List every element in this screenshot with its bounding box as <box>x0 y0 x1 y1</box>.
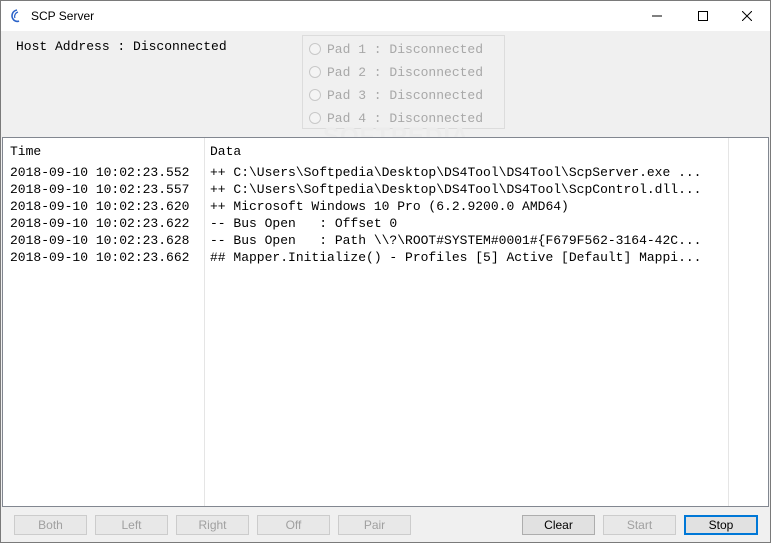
pad-2-option[interactable]: Pad 2 : Disconnected <box>309 63 483 81</box>
log-row[interactable]: 2018-09-10 10:02:23.628 -- Bus Open : Pa… <box>3 232 728 249</box>
log-time: 2018-09-10 10:02:23.628 <box>10 233 190 248</box>
column-divider-data[interactable] <box>728 138 729 506</box>
maximize-icon <box>698 11 708 21</box>
start-button[interactable]: Start <box>603 515 676 535</box>
pad-1-option[interactable]: Pad 1 : Disconnected <box>309 40 483 58</box>
status-panel: Host Address : Disconnected Pad 1 : Disc… <box>1 31 770 150</box>
maximize-button[interactable] <box>680 1 726 31</box>
pad-1-radio[interactable] <box>309 43 321 55</box>
close-button[interactable] <box>724 1 770 31</box>
pad-2-label: Pad 2 : Disconnected <box>327 64 484 80</box>
clear-button[interactable]: Clear <box>522 515 595 535</box>
pad-3-label: Pad 3 : Disconnected <box>327 87 484 103</box>
log-data: ++ C:\Users\Softpedia\Desktop\DS4Tool\DS… <box>210 165 702 180</box>
minimize-button[interactable] <box>634 1 680 31</box>
log-row[interactable]: 2018-09-10 10:02:23.622 -- Bus Open : Of… <box>3 215 728 232</box>
both-button[interactable]: Both <box>14 515 87 535</box>
log-list[interactable]: Time Data 2018-09-10 10:02:23.552 ++ C:\… <box>2 137 769 507</box>
pad-4-radio[interactable] <box>309 112 321 124</box>
host-address-label: Host Address : Disconnected <box>16 39 227 54</box>
scp-server-window: SCP Server Host Address : Disconnected P… <box>0 0 771 543</box>
right-button[interactable]: Right <box>176 515 249 535</box>
log-data: -- Bus Open : Offset 0 <box>210 216 398 231</box>
pad-3-option[interactable]: Pad 3 : Disconnected <box>309 86 483 104</box>
log-row[interactable]: 2018-09-10 10:02:23.552 ++ C:\Users\Soft… <box>3 164 728 181</box>
log-data: ++ Microsoft Windows 10 Pro (6.2.9200.0 … <box>210 199 569 214</box>
log-row[interactable]: 2018-09-10 10:02:23.662 ## Mapper.Initia… <box>3 249 728 266</box>
log-time: 2018-09-10 10:02:23.620 <box>10 199 190 214</box>
pad-group: Pad 1 : Disconnected Pad 2 : Disconnecte… <box>302 35 505 129</box>
log-data: -- Bus Open : Path \\?\ROOT#SYSTEM#0001#… <box>210 233 702 248</box>
log-row[interactable]: 2018-09-10 10:02:23.557 ++ C:\Users\Soft… <box>3 181 728 198</box>
column-header-time[interactable]: Time <box>10 144 41 159</box>
log-time: 2018-09-10 10:02:23.662 <box>10 250 190 265</box>
pad-2-radio[interactable] <box>309 66 321 78</box>
close-icon <box>742 11 752 21</box>
pair-button[interactable]: Pair <box>338 515 411 535</box>
title-bar[interactable]: SCP Server <box>1 1 770 31</box>
left-button[interactable]: Left <box>95 515 168 535</box>
minimize-icon <box>652 15 662 17</box>
pad-1-label: Pad 1 : Disconnected <box>327 41 484 57</box>
pad-3-radio[interactable] <box>309 89 321 101</box>
log-time: 2018-09-10 10:02:23.557 <box>10 182 190 197</box>
app-icon <box>11 9 20 23</box>
stop-button[interactable]: Stop <box>684 515 758 535</box>
log-rows: 2018-09-10 10:02:23.552 ++ C:\Users\Soft… <box>3 164 728 266</box>
log-time: 2018-09-10 10:02:23.622 <box>10 216 190 231</box>
window-title: SCP Server <box>31 9 95 23</box>
log-data: ++ C:\Users\Softpedia\Desktop\DS4Tool\DS… <box>210 182 702 197</box>
log-time: 2018-09-10 10:02:23.552 <box>10 165 190 180</box>
log-row[interactable]: 2018-09-10 10:02:23.620 ++ Microsoft Win… <box>3 198 728 215</box>
log-data: ## Mapper.Initialize() - Profiles [5] Ac… <box>210 250 702 265</box>
off-button[interactable]: Off <box>257 515 330 535</box>
column-header-data[interactable]: Data <box>210 144 241 159</box>
